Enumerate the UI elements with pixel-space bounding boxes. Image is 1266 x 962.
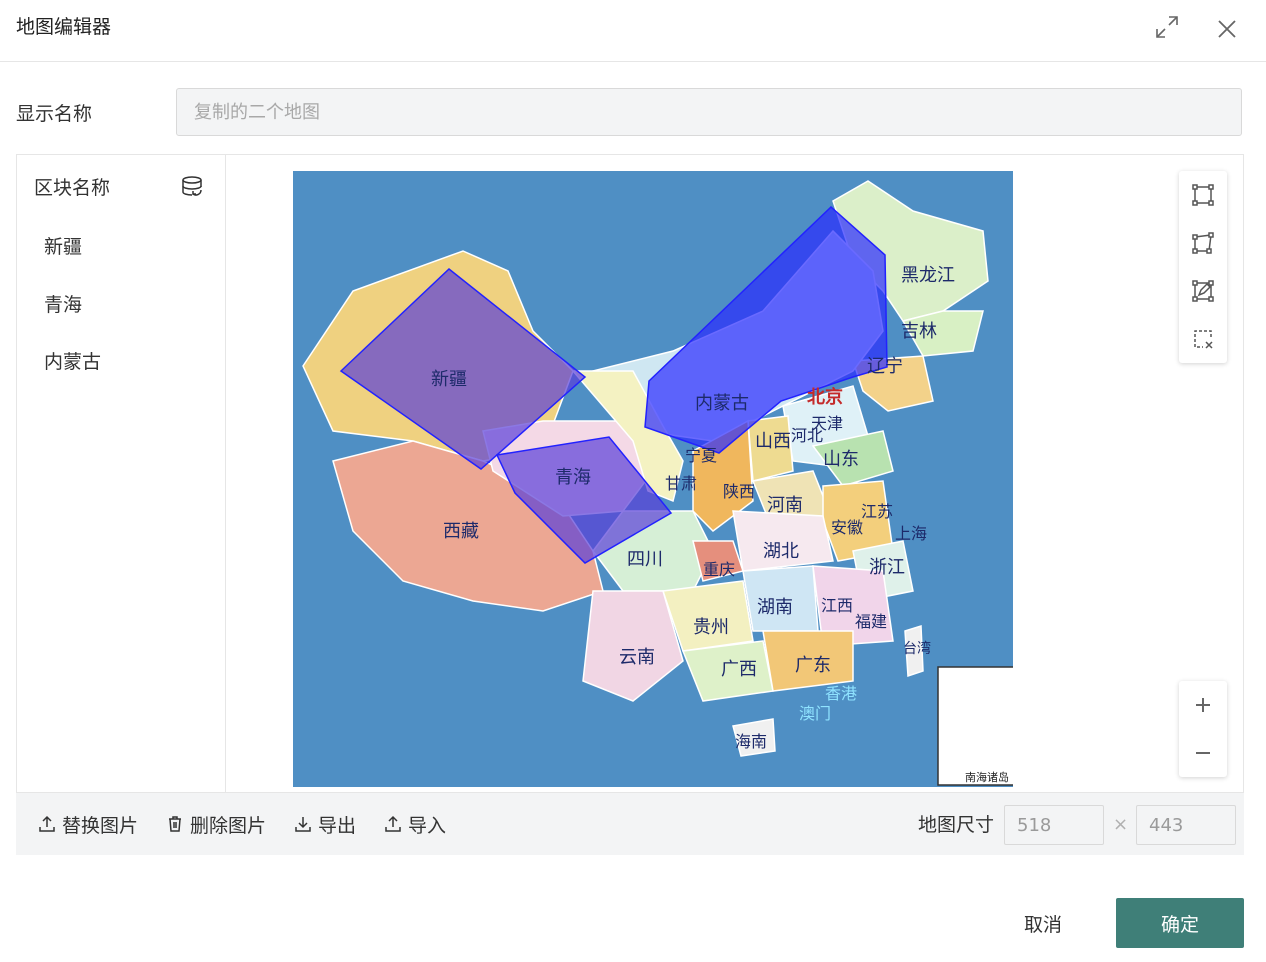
minus-icon <box>1196 752 1210 754</box>
clear-selection-button[interactable] <box>1179 315 1227 363</box>
clear-selection-icon <box>1194 330 1213 349</box>
label-ningxia: 宁夏 <box>685 446 717 465</box>
expand-icon <box>1156 16 1178 38</box>
label-chongqing: 重庆 <box>703 560 735 579</box>
block-item[interactable]: 新疆 <box>44 234 82 260</box>
label-shanghai: 上海 <box>895 524 927 543</box>
label-guangdong: 广东 <box>795 655 831 676</box>
download-icon <box>295 817 311 832</box>
label-shandong: 山东 <box>823 449 859 470</box>
zoom-in-button[interactable] <box>1179 681 1227 729</box>
times-sign: × <box>1113 814 1129 835</box>
edit-shape-button[interactable] <box>1179 267 1227 315</box>
replace-image-button[interactable]: 替换图片 <box>38 811 138 837</box>
label-guizhou: 贵州 <box>693 617 729 638</box>
drawing-tools <box>1179 171 1227 363</box>
label-zhejiang: 浙江 <box>869 557 905 578</box>
map-canvas[interactable]: 黑龙江 吉林 辽宁 北京 天津 河北 山西 山东 内蒙古 新疆 青海 西藏 甘肃… <box>293 171 1013 787</box>
export-button[interactable]: 导出 <box>294 811 356 837</box>
header-divider <box>0 61 1266 62</box>
import-label: 导入 <box>408 814 447 837</box>
dialog-title: 地图编辑器 <box>16 16 112 38</box>
label-jilin: 吉林 <box>901 321 937 342</box>
block-list-title: 区块名称 <box>34 177 111 199</box>
plus-icon <box>1196 698 1210 712</box>
label-anhui: 安徽 <box>831 518 863 537</box>
label-qinghai: 青海 <box>555 467 591 488</box>
confirm-button[interactable]: 确定 <box>1116 898 1244 948</box>
display-name-input[interactable] <box>176 88 1242 136</box>
label-jiangsu: 江苏 <box>861 502 893 521</box>
editor-panel: 区块名称 新疆 青海 内蒙古 黑龙江 吉林 辽宁 北京 天津 河北 山西 山东 … <box>16 154 1244 793</box>
import-button[interactable]: 导入 <box>384 811 446 837</box>
upload-icon <box>39 815 55 832</box>
label-henan: 河南 <box>767 495 803 516</box>
delete-image-button[interactable]: 删除图片 <box>166 811 266 837</box>
label-south-china-sea: 南海诸岛 <box>965 770 1009 784</box>
label-jiangxi: 江西 <box>821 596 853 615</box>
upload-icon <box>385 815 401 832</box>
map-width-input[interactable] <box>1004 805 1104 845</box>
replace-image-label: 替换图片 <box>62 814 139 837</box>
china-map-image: 黑龙江 吉林 辽宁 北京 天津 河北 山西 山东 内蒙古 新疆 青海 西藏 甘肃… <box>293 171 1013 787</box>
display-name-label: 显示名称 <box>16 103 93 125</box>
label-shanxi: 山西 <box>755 431 791 452</box>
zoom-out-button[interactable] <box>1179 729 1227 777</box>
label-hainan: 海南 <box>735 732 767 751</box>
label-hebei: 河北 <box>791 426 823 445</box>
export-label: 导出 <box>318 814 357 837</box>
trash-icon <box>169 816 181 832</box>
label-hunan: 湖南 <box>757 597 793 618</box>
block-item[interactable]: 内蒙古 <box>44 349 101 375</box>
label-neimenggu: 内蒙古 <box>695 393 749 414</box>
label-gansu: 甘肃 <box>665 474 697 493</box>
label-hubei: 湖北 <box>763 541 799 562</box>
label-hongkong: 香港 <box>825 684 857 703</box>
label-macau: 澳门 <box>799 704 831 723</box>
rectangle-tool-icon <box>1192 184 1214 206</box>
maximize-button[interactable] <box>1152 12 1182 42</box>
label-xizang: 西藏 <box>443 521 479 542</box>
label-yunnan: 云南 <box>619 647 655 668</box>
delete-image-label: 删除图片 <box>190 814 267 837</box>
block-list: 区块名称 新疆 青海 内蒙古 <box>17 155 226 792</box>
label-liaoning: 辽宁 <box>867 356 903 377</box>
zoom-controls <box>1179 681 1227 777</box>
south-china-sea-inset <box>937 666 1013 786</box>
label-fujian: 福建 <box>855 612 887 631</box>
close-icon <box>1218 20 1236 38</box>
label-beijing: 北京 <box>807 386 843 408</box>
image-toolbar: 替换图片 删除图片 导出 导入 地图尺寸 × <box>16 793 1244 855</box>
rectangle-tool-button[interactable] <box>1179 171 1227 219</box>
close-button[interactable] <box>1212 14 1242 44</box>
block-item[interactable]: 青海 <box>44 292 82 318</box>
label-taiwan: 台湾 <box>903 640 931 657</box>
database-sync-button[interactable] <box>177 173 207 203</box>
label-xinjiang: 新疆 <box>431 369 467 390</box>
label-sichuan: 四川 <box>627 549 663 570</box>
map-size-label: 地图尺寸 <box>918 814 995 836</box>
label-heilongjiang: 黑龙江 <box>901 265 955 286</box>
label-guangxi: 广西 <box>721 659 757 680</box>
cancel-button[interactable]: 取消 <box>998 898 1088 948</box>
map-height-input[interactable] <box>1136 805 1236 845</box>
edit-shape-icon <box>1192 280 1214 302</box>
label-shaanxi: 陕西 <box>723 482 755 501</box>
polygon-tool-button[interactable] <box>1179 219 1227 267</box>
database-icon <box>182 176 202 196</box>
polygon-tool-icon <box>1192 232 1214 254</box>
